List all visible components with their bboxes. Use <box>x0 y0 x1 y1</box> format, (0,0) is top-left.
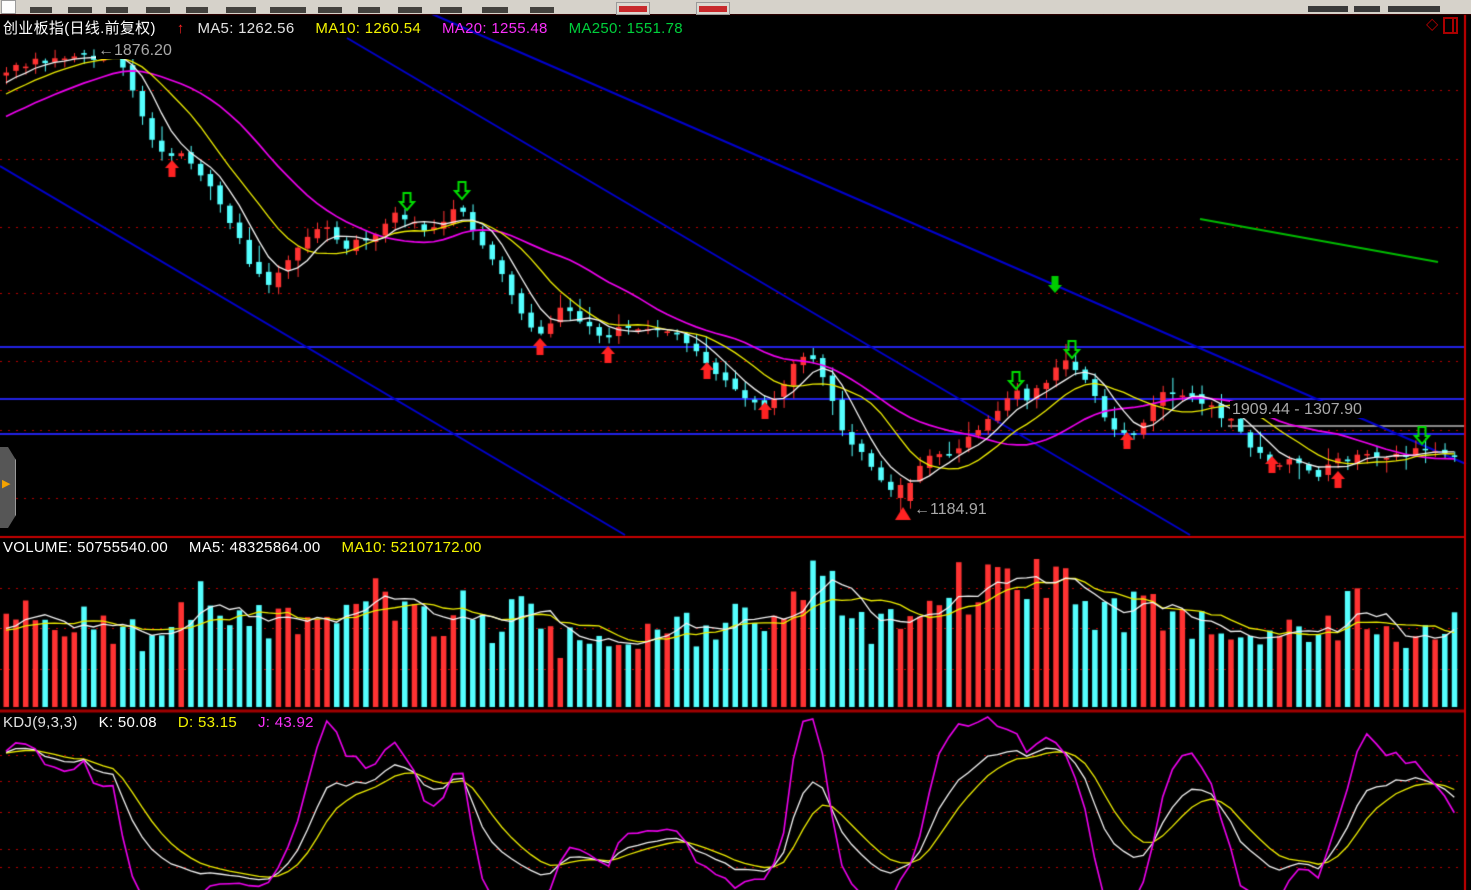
toolbar-clipped-item[interactable] <box>318 7 342 13</box>
kdj-j-value: 43.92 <box>275 714 314 731</box>
toolbar-clipped-item[interactable] <box>106 7 128 13</box>
toolbar-clipped-item[interactable] <box>1388 6 1440 12</box>
ma10-value: 1260.54 <box>365 20 421 37</box>
toolbar-clipped-item-red[interactable] <box>616 2 650 15</box>
expand-arrow-icon: ▶ <box>2 479 10 490</box>
kdj-k-label: K: <box>99 714 114 731</box>
toolbar-clipped-item[interactable] <box>146 7 170 13</box>
volume-ma5-value: 48325864.00 <box>230 539 321 556</box>
kdj-d-value: 53.15 <box>198 714 237 731</box>
kdj-k-value: 50.08 <box>118 714 157 731</box>
ma20-value: 1255.48 <box>491 20 547 37</box>
ma250-label[interactable]: MA250: <box>569 20 623 37</box>
toolbar-clipped-item[interactable] <box>270 7 306 13</box>
toolbar-clipped-item[interactable] <box>186 7 208 13</box>
toolbar-clipped-item[interactable] <box>358 7 380 13</box>
volume-panel-header: VOLUME: 50755540.00 MA5: 48325864.00 MA1… <box>3 539 482 556</box>
ma250-value: 1551.78 <box>627 20 683 37</box>
ma20-label[interactable]: MA20: <box>442 20 487 37</box>
volume-value: 50755540.00 <box>77 539 168 556</box>
toolbar-clipped-item[interactable] <box>68 7 92 13</box>
toolbar-clipped-item-red[interactable] <box>696 2 730 15</box>
trough-price-label: ←1184.91 <box>912 501 989 518</box>
panel-expand-tab[interactable]: ▶ <box>0 447 16 528</box>
kdj-panel-header: KDJ(9,3,3) K: 50.08 D: 53.15 J: 43.92 <box>3 714 314 731</box>
toolbar-clipped-item[interactable] <box>530 7 554 13</box>
toolbar-clipped-item[interactable] <box>1308 6 1348 12</box>
kdj-d-label: D: <box>178 714 194 731</box>
toolbar <box>0 0 1471 14</box>
kdj-name[interactable]: KDJ(9,3,3) <box>3 714 78 731</box>
pane-controls: ◇ <box>1426 16 1458 34</box>
chart-title: 创业板指(日线.前复权) <box>3 20 156 37</box>
volume-ma10-label[interactable]: MA10: <box>341 539 386 556</box>
chart-canvas[interactable] <box>0 0 1471 890</box>
volume-label[interactable]: VOLUME: <box>3 539 73 556</box>
toolbar-clipped-item[interactable] <box>1354 6 1380 12</box>
range-annotation-label: 1909.44 - 1307.90 <box>1230 401 1364 418</box>
diamond-icon[interactable]: ◇ <box>1426 17 1438 33</box>
trend-up-arrow-icon: ↑ <box>177 20 185 37</box>
ma5-value: 1262.56 <box>238 20 294 37</box>
toolbar-clipped-item[interactable] <box>482 7 508 13</box>
main-chart-header: 创业板指(日线.前复权) ↑ MA5: 1262.56 MA10: 1260.5… <box>3 17 683 38</box>
volume-ma10-value: 52107172.00 <box>391 539 482 556</box>
volume-ma5-label[interactable]: MA5: <box>189 539 225 556</box>
toolbar-clipped-item[interactable] <box>440 7 462 13</box>
window-icon[interactable] <box>1443 17 1458 34</box>
toolbar-clipped-item[interactable] <box>30 7 52 13</box>
toolbar-clipped-item[interactable] <box>398 7 422 13</box>
peak-price-label: ←1876.20 <box>96 42 174 59</box>
ma10-label[interactable]: MA10: <box>315 20 360 37</box>
toolbar-clipped-item[interactable] <box>226 7 256 13</box>
toolbar-logo-box[interactable] <box>1 0 16 14</box>
kdj-j-label: J: <box>258 714 270 731</box>
ma5-label[interactable]: MA5: <box>197 20 233 37</box>
